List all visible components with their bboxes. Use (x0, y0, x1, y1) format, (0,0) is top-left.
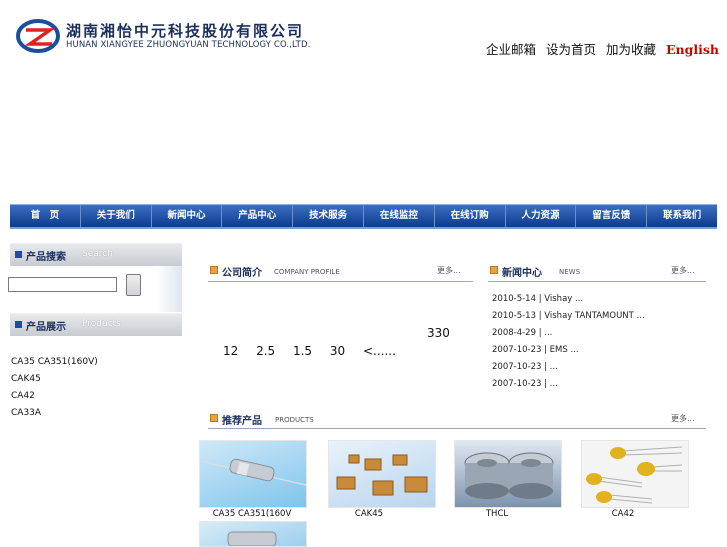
nav-feedback[interactable]: 留言反馈 (576, 205, 648, 227)
dipped-tantalum-image (586, 446, 683, 504)
news-item[interactable]: 2007-10-23 | EMS ... (492, 345, 579, 355)
nav-home[interactable]: 首 页 (10, 205, 81, 227)
section-divider (488, 281, 706, 282)
add-favorite-link[interactable]: 加为收藏 (606, 42, 656, 57)
axial-capacitor-image (227, 531, 277, 546)
nav-online-order[interactable]: 在线订购 (435, 205, 506, 227)
product-card-axial-capacitor[interactable] (199, 440, 307, 508)
products-panel-header: 产品展示 Products (10, 313, 182, 336)
set-homepage-link[interactable]: 设为首页 (546, 42, 596, 57)
search-title-en: Search (82, 249, 113, 259)
nav-about[interactable]: 关于我们 (81, 205, 152, 227)
sidebar-product-link[interactable]: CAK45 (11, 374, 41, 384)
news-item[interactable]: 2007-10-23 | ... (492, 379, 558, 389)
main-nav: 首 页 关于我们 新闻中心 产品中心 技术服务 在线监控 在线订购 人力资源 留… (10, 204, 717, 229)
metal-can-capacitor-image (464, 452, 554, 499)
section-bullet-icon (210, 266, 218, 274)
products-title: 产品展示 (26, 322, 66, 333)
english-link[interactable]: English (666, 42, 719, 57)
search-button[interactable] (126, 274, 141, 296)
top-links: 企业邮箱 设为首页 加为收藏 English (486, 39, 719, 58)
section-bullet-icon (490, 266, 498, 274)
product-caption[interactable]: CA42 (570, 509, 676, 519)
nav-hr[interactable]: 人力资源 (506, 205, 577, 227)
section-bullet-icon (210, 414, 218, 422)
product-card-axial-capacitor[interactable] (199, 521, 307, 547)
profile-more-link[interactable]: 更多... (437, 265, 461, 276)
section-divider (208, 281, 473, 282)
company-name-cn: 湖南湘怡中元科技股份有限公司 (66, 22, 305, 40)
product-card-dipped-tantalum[interactable] (581, 440, 689, 508)
nav-online-monitor[interactable]: 在线监控 (364, 205, 435, 227)
nav-products[interactable]: 产品中心 (222, 205, 294, 227)
square-bullet-icon (15, 321, 22, 328)
nav-contact[interactable]: 联系我们 (647, 205, 717, 227)
square-bullet-icon (15, 251, 22, 258)
product-caption[interactable]: CAK45 (316, 509, 422, 519)
news-item[interactable]: 2007-10-23 | ... (492, 362, 558, 372)
axial-capacitor-image (200, 458, 306, 486)
product-caption[interactable]: THCL (444, 509, 550, 519)
news-more-link[interactable]: 更多... (671, 265, 695, 276)
news-item[interactable]: 2010-5-14 | Vishay ... (492, 294, 583, 304)
product-caption[interactable]: CA35 CA351(160V (199, 509, 305, 519)
news-item[interactable]: 2010-5-13 | Vishay TANTAMOUNT ... (492, 311, 645, 321)
recommended-title: 推荐产品 (222, 416, 262, 427)
news-title-en: NEWS (559, 268, 581, 276)
product-search-input[interactable] (8, 277, 117, 292)
sidebar-product-link[interactable]: CA33A (11, 408, 41, 418)
search-title: 产品搜索 (26, 252, 66, 263)
profile-title-en: COMPANY PROFILE (274, 268, 340, 276)
recommended-title-en: PRODUCTS (275, 416, 314, 424)
recommended-more-link[interactable]: 更多... (671, 413, 695, 424)
nav-news[interactable]: 新闻中心 (152, 205, 223, 227)
profile-text-number: 330 (427, 326, 450, 340)
enterprise-mail-link[interactable]: 企业邮箱 (486, 42, 536, 57)
company-name-en: HUNAN XIANGYEE ZHUONGYUAN TECHNOLOGY CO.… (66, 40, 311, 50)
profile-title: 公司简介 (222, 268, 262, 279)
profile-text: 12 2.5 1.5 30 <...... (223, 344, 396, 358)
news-item[interactable]: 2008-4-29 | ... (492, 328, 552, 338)
chip-capacitor-image (336, 454, 428, 496)
section-divider (208, 428, 706, 429)
company-logo-icon (16, 19, 60, 53)
sidebar-product-link[interactable]: CA35 CA351(160V) (11, 357, 98, 367)
nav-tech-service[interactable]: 技术服务 (293, 205, 364, 227)
product-card-metal-can-capacitor[interactable] (454, 440, 562, 508)
sidebar-product-link[interactable]: CA42 (11, 391, 35, 401)
news-title: 新闻中心 (502, 268, 542, 279)
search-panel-header: 产品搜索 Search (10, 243, 182, 266)
product-card-chip-capacitor[interactable] (328, 440, 436, 508)
products-title-en: Products (82, 319, 121, 329)
